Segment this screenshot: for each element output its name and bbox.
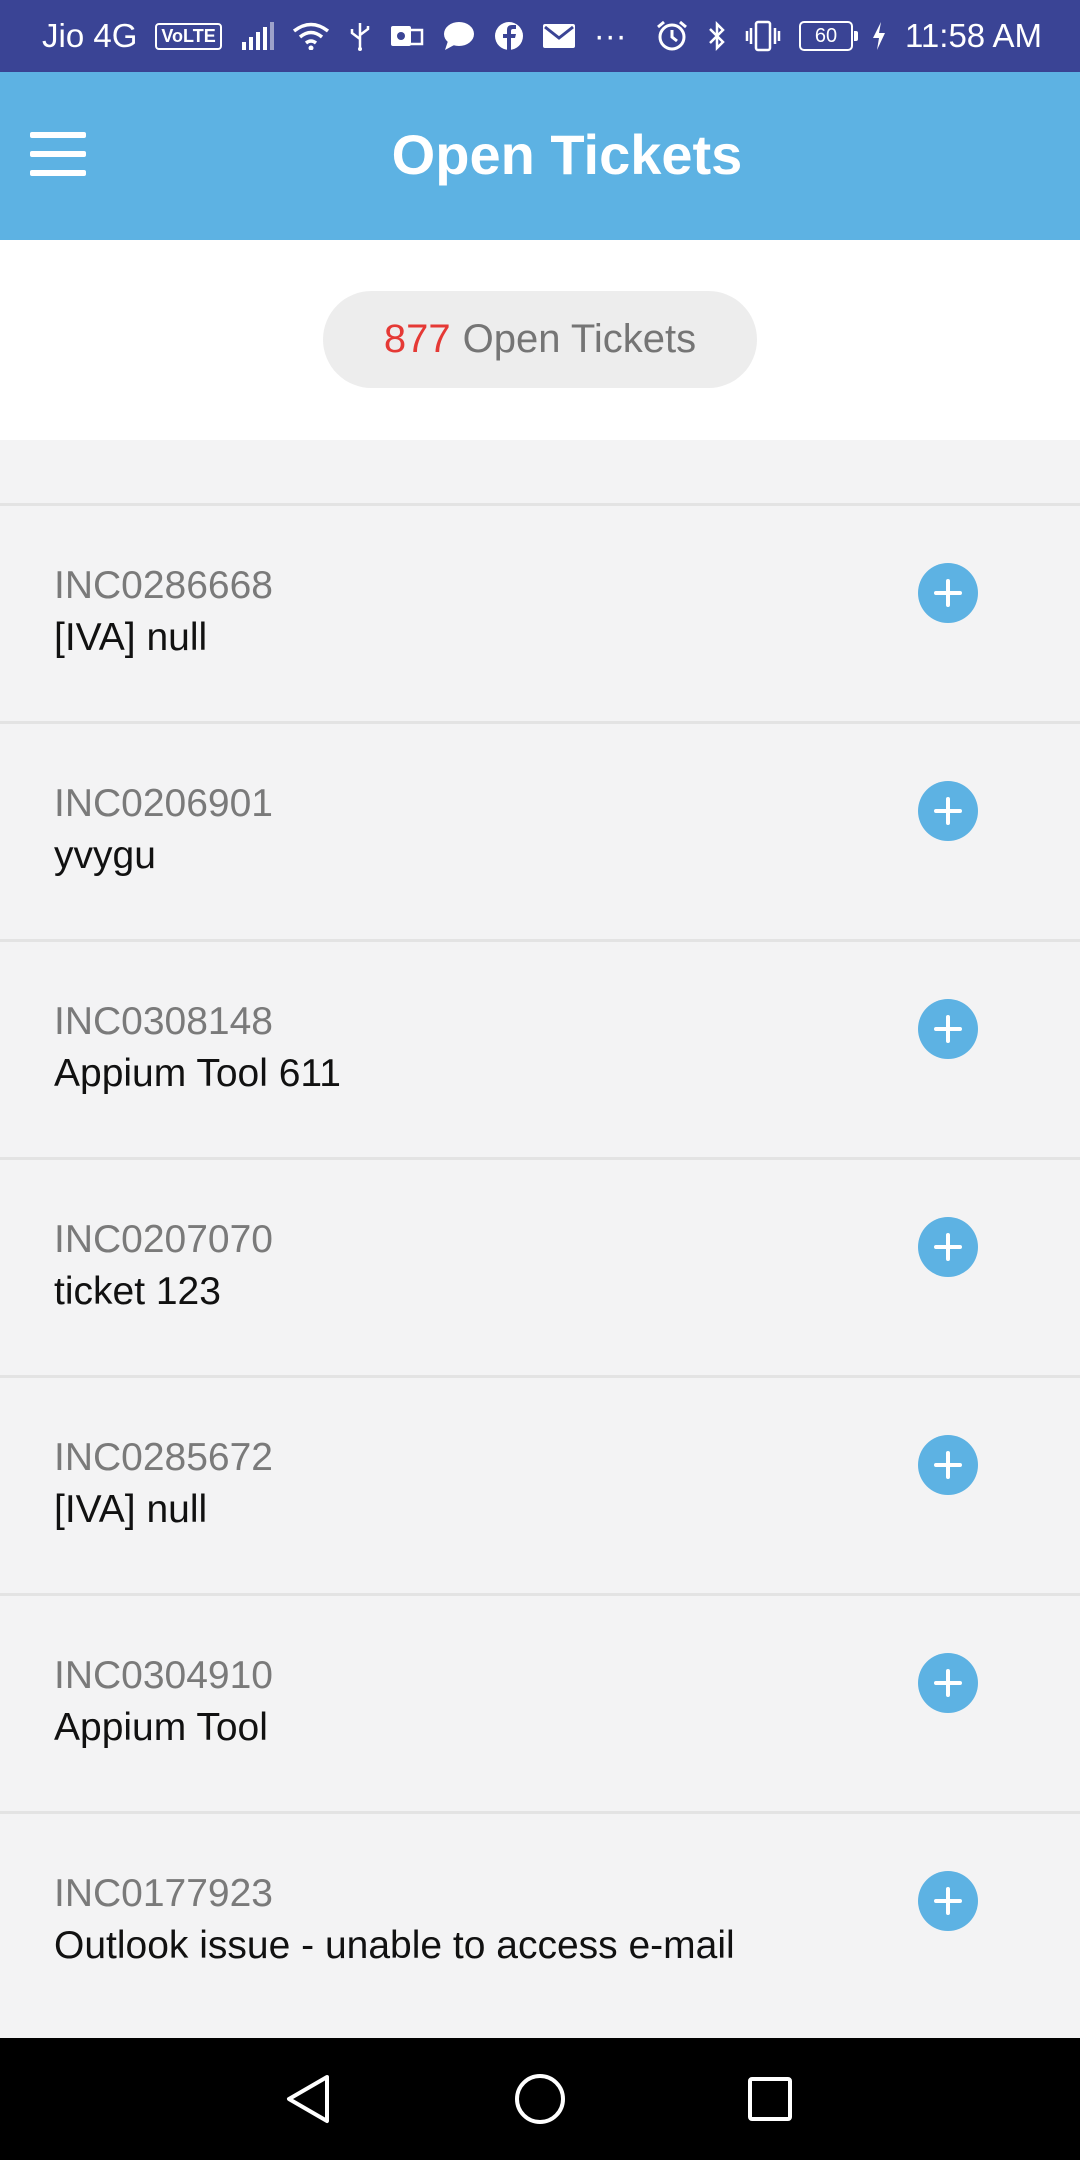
ticket-id: INC0177923 <box>54 1872 273 1915</box>
ticket-title: Appium Tool <box>54 1706 268 1749</box>
status-bar-left: Jio 4G VoLTE ··· <box>42 17 627 55</box>
add-plus-icon[interactable] <box>918 1871 978 1931</box>
signal-icon <box>240 22 274 50</box>
ticket-row[interactable]: INC0177923 Outlook issue - unable to acc… <box>0 1811 1080 2029</box>
ticket-id: INC0304910 <box>54 1654 273 1697</box>
ticket-title: yvygu <box>54 834 156 877</box>
ticket-row[interactable]: INC0285672 [IVA] null <box>0 1375 1080 1593</box>
wifi-icon <box>292 22 330 50</box>
ticket-id: INC0308148 <box>54 1000 273 1043</box>
status-bar-right: 60 11:58 AM <box>655 17 1042 55</box>
recents-square-icon[interactable] <box>742 2071 798 2127</box>
facebook-icon <box>494 21 524 51</box>
add-plus-icon[interactable] <box>918 1435 978 1495</box>
open-tickets-count: 877 <box>383 317 451 361</box>
open-tickets-label: Open Tickets <box>462 317 697 361</box>
ticket-title: [IVA] null <box>54 1488 208 1531</box>
vibrate-icon <box>745 20 781 52</box>
volte-badge: VoLTE <box>155 22 222 50</box>
ticket-title: ticket 123 <box>54 1270 221 1313</box>
ticket-row[interactable]: INC0207070 ticket 123 <box>0 1157 1080 1375</box>
ticket-title: Outlook issue - unable to access e-mail <box>54 1924 735 1967</box>
back-triangle-icon[interactable] <box>280 2071 336 2127</box>
add-plus-icon[interactable] <box>918 781 978 841</box>
message-icon <box>442 21 476 51</box>
usb-icon <box>348 21 372 51</box>
status-bar: Jio 4G VoLTE ··· 60 11:58 AM <box>0 0 1080 72</box>
ticket-row[interactable]: INC0304910 Appium Tool <box>0 1593 1080 1811</box>
ticket-id: INC0285672 <box>54 1436 273 1479</box>
ticket-row[interactable]: INC0206901 yvygu <box>0 721 1080 939</box>
app-bar: Open Tickets <box>0 72 1080 240</box>
mail-icon <box>542 23 576 49</box>
more-notifications: ··· <box>593 17 627 54</box>
add-plus-icon[interactable] <box>918 999 978 1059</box>
charging-icon <box>871 21 887 51</box>
page-title: Open Tickets <box>391 123 743 186</box>
ticket-title: [IVA] null <box>54 616 208 659</box>
open-tickets-count-badge: 877 Open Tickets <box>323 291 757 388</box>
ticket-id: INC0286668 <box>54 564 273 607</box>
carrier-label: Jio 4G <box>42 17 138 54</box>
ticket-row[interactable]: INC0308148 Appium Tool 611 <box>0 939 1080 1157</box>
clock: 11:58 AM <box>905 17 1042 54</box>
bluetooth-icon <box>707 20 727 52</box>
alarm-icon <box>655 19 689 53</box>
ticket-list: INC0286668 [IVA] null INC0206901 yvygu I… <box>0 503 1080 2029</box>
ticket-id: INC0207070 <box>54 1218 273 1261</box>
battery-icon: 60 <box>799 21 859 51</box>
add-plus-icon[interactable] <box>918 563 978 623</box>
ticket-title: Appium Tool 611 <box>54 1052 341 1095</box>
outlook-icon <box>390 22 424 50</box>
ticket-row[interactable]: INC0286668 [IVA] null <box>0 503 1080 721</box>
system-nav-bar <box>0 2038 1080 2160</box>
home-circle-icon[interactable] <box>512 2071 568 2127</box>
add-plus-icon[interactable] <box>918 1217 978 1277</box>
add-plus-icon[interactable] <box>918 1653 978 1713</box>
ticket-id: INC0206901 <box>54 782 273 825</box>
summary-section: 877 Open Tickets <box>0 240 1080 440</box>
